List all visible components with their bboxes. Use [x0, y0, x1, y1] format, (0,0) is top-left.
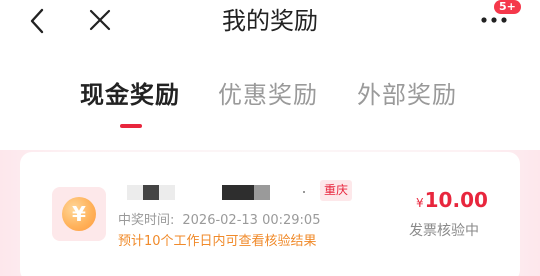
masked-name-block [159, 185, 175, 200]
award-time-label: 中奖时间: [118, 213, 175, 228]
tab-cash-rewards[interactable]: 现金奖励 [80, 78, 180, 112]
reward-icon-box: ¥ [52, 187, 106, 241]
amount-value: 10.00 [424, 188, 488, 212]
masked-name-block [222, 185, 254, 200]
reward-card[interactable]: ¥ 重庆 中奖时间: 2026-02-13 00:29:05 预计10个工作日内可… [20, 152, 520, 276]
tab-coupon-rewards[interactable]: 优惠奖励 [218, 78, 318, 112]
reward-tabs: 现金奖励 优惠奖励 外部奖励 [0, 78, 540, 128]
active-tab-indicator [120, 124, 142, 128]
page-title: 我的奖励 [222, 7, 318, 35]
masked-name-block [254, 185, 270, 200]
tab-external-rewards[interactable]: 外部奖励 [357, 78, 457, 112]
masked-name-block [143, 185, 159, 200]
award-time-value: 2026-02-13 00:29:05 [182, 213, 321, 228]
more-dots-icon[interactable] [478, 12, 510, 26]
notification-badge: 5+ [494, 0, 521, 14]
reward-status: 发票核验中 [409, 223, 479, 239]
currency-symbol: ¥ [416, 196, 424, 210]
verification-note: 预计10个工作日内可查看核验结果 [118, 234, 317, 249]
masked-dot [303, 191, 305, 193]
yuan-coin-icon: ¥ [62, 197, 96, 231]
award-time-row: 中奖时间: 2026-02-13 00:29:05 [118, 212, 320, 230]
reward-amount: ¥10.00 [416, 188, 488, 212]
masked-name-block [127, 185, 143, 200]
city-tag: 重庆 [320, 180, 353, 201]
top-bar: 我的奖励 5+ [0, 0, 540, 44]
